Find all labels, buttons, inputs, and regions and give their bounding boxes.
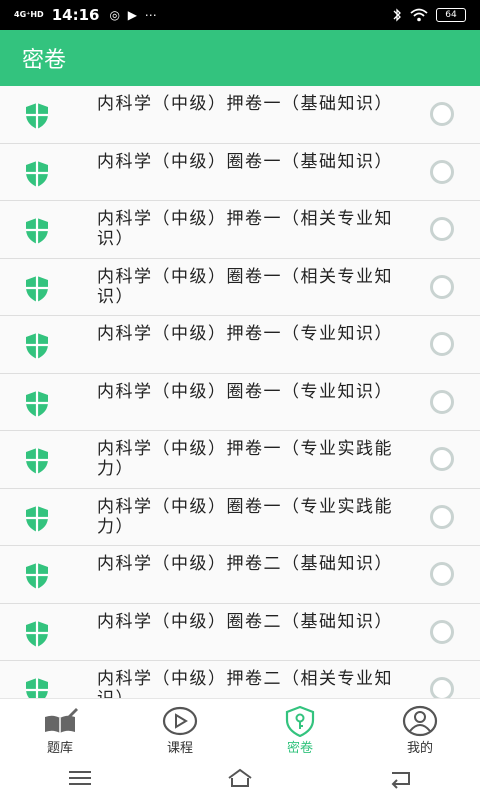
page-title: 密卷 (22, 48, 67, 73)
tab-question-bank[interactable]: 题库 (0, 699, 120, 756)
select-radio[interactable] (430, 217, 454, 241)
list-item[interactable]: 内科学（中级）圈卷一（相关专业知识） (0, 258, 480, 316)
list-item[interactable]: 内科学（中级）圈卷二（基础知识） (0, 603, 480, 661)
list-item[interactable]: 内科学（中级）圈卷一（专业实践能力） (0, 488, 480, 546)
select-radio[interactable] (430, 159, 454, 184)
network-indicator: 4G⁺HD (14, 10, 44, 19)
paper-title: 内科学（中级）押卷二（基础知识） (97, 554, 393, 574)
shield-check-icon (26, 448, 48, 474)
select-radio[interactable] (430, 332, 454, 356)
tab-courses[interactable]: 课程 (120, 699, 240, 756)
status-time: 14:16 (51, 6, 100, 24)
list-item[interactable]: 内科学（中级）押卷一（专业实践能力） (0, 431, 480, 489)
shield-check-icon (26, 333, 48, 359)
shield-check-icon (26, 160, 48, 187)
back-icon[interactable] (386, 767, 414, 789)
paper-title: 内科学（中级）圈卷一（基础知识） (97, 151, 393, 172)
select-radio[interactable] (430, 677, 454, 698)
shield-check-icon (26, 103, 48, 129)
tab-label: 题库 (46, 741, 73, 756)
notification-icons: ◎ ▶ ⋯ (109, 8, 159, 22)
user-icon (402, 705, 438, 737)
menu-icon[interactable] (66, 767, 94, 789)
paper-title: 内科学（中级）押卷一（专业实践能力） (97, 439, 393, 479)
tab-label: 课程 (166, 741, 193, 756)
select-radio[interactable] (430, 562, 454, 586)
bluetooth-icon (393, 8, 401, 22)
list-item[interactable]: 内科学（中级）押卷一（基础知识） (0, 86, 480, 144)
select-radio[interactable] (430, 504, 454, 529)
paper-title: 内科学（中级）圈卷二（基础知识） (97, 611, 393, 632)
paper-title: 内科学（中级）圈卷一（相关专业知识） (97, 266, 393, 307)
app-bar: 密卷 (0, 30, 480, 86)
play-circle-icon (162, 706, 198, 736)
tab-secret-papers[interactable]: 密卷 (240, 699, 360, 756)
paper-list[interactable]: 内科学（中级）押卷一（基础知识） 内科学（中级）圈卷一（基础知识） 内科学（中级）押… (0, 86, 480, 698)
status-bar: 4G⁺HD 14:16 ◎ ▶ ⋯ 64 (0, 0, 480, 30)
list-item[interactable]: 内科学（中级）押卷一（专业知识） (0, 316, 480, 374)
tab-label: 我的 (406, 741, 433, 756)
list-item[interactable]: 内科学（中级）押卷二（基础知识） (0, 546, 480, 604)
shield-check-icon (26, 275, 48, 302)
book-pen-icon (45, 708, 78, 733)
shield-check-icon (26, 505, 48, 532)
tab-profile[interactable]: 我的 (360, 699, 480, 756)
paper-title: 内科学（中级）圈卷一（专业知识） (97, 381, 393, 402)
list-item[interactable]: 内科学（中级）圈卷一（基础知识） (0, 143, 480, 201)
shield-check-icon (26, 563, 48, 589)
battery-icon: 64 (436, 8, 466, 22)
paper-title: 内科学（中级）押卷一（基础知识） (97, 94, 393, 114)
select-radio[interactable] (430, 619, 454, 644)
tab-label: 密卷 (286, 741, 313, 756)
bottom-tab-bar: 题库 课程 密卷 我的 (0, 698, 480, 756)
select-radio[interactable] (430, 102, 454, 126)
list-item[interactable]: 内科学（中级）押卷一（相关专业知识） (0, 201, 480, 259)
shield-check-icon (26, 620, 48, 647)
select-radio[interactable] (430, 447, 454, 471)
shield-check-icon (26, 678, 48, 698)
list-item[interactable]: 内科学（中级）押卷二（相关专业知识） (0, 661, 480, 698)
select-radio[interactable] (430, 389, 454, 414)
list-item[interactable]: 内科学（中级）圈卷一（专业知识） (0, 373, 480, 431)
shield-check-icon (26, 390, 48, 417)
shield-key-icon (285, 705, 315, 737)
paper-title: 内科学（中级）押卷一（相关专业知识） (97, 209, 393, 249)
paper-title: 内科学（中级）押卷一（专业知识） (97, 324, 393, 344)
paper-title: 内科学（中级）押卷二（相关专业知识） (97, 669, 393, 698)
system-nav-bar (0, 756, 480, 800)
home-icon[interactable] (226, 767, 254, 789)
wifi-icon (410, 8, 428, 22)
paper-title: 内科学（中级）圈卷一（专业实践能力） (97, 496, 393, 537)
shield-check-icon (26, 218, 48, 244)
select-radio[interactable] (430, 274, 454, 299)
